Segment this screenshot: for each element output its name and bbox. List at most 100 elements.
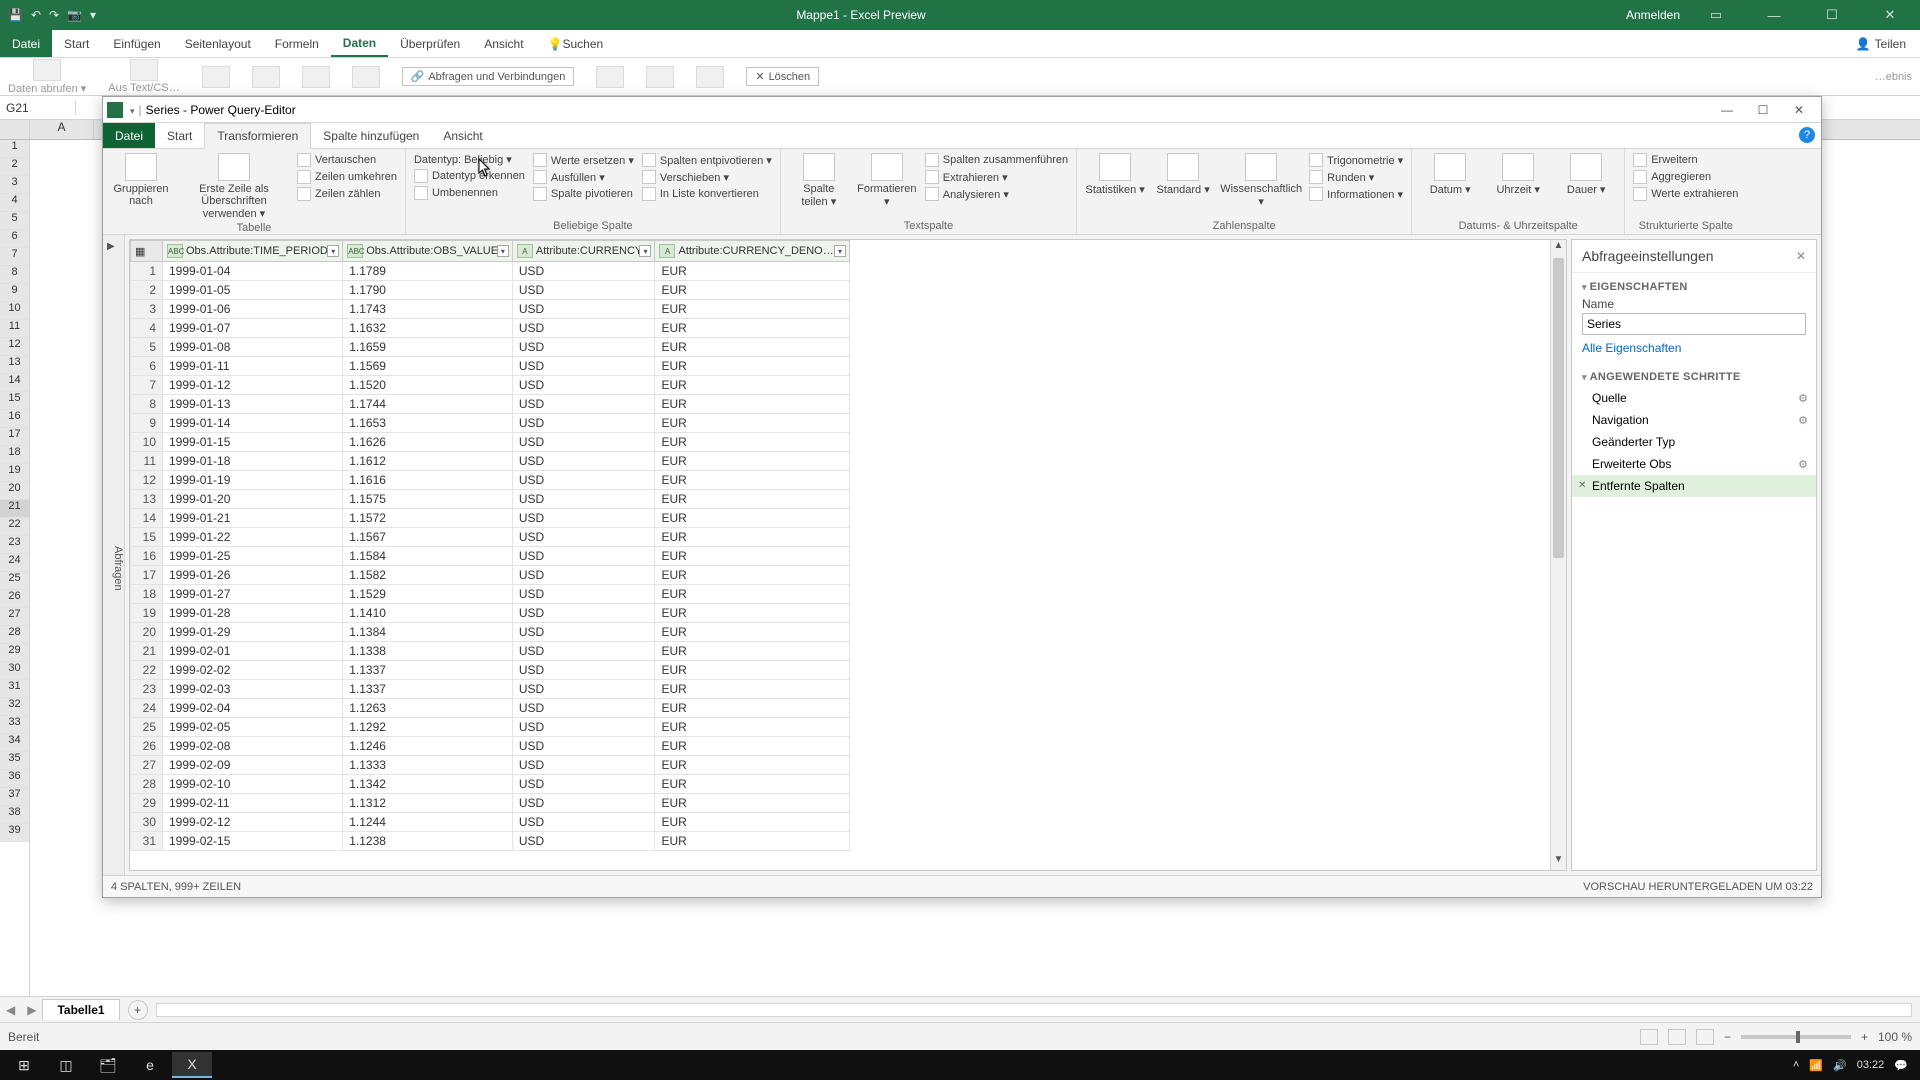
table-row[interactable]: 281999-02-101.1342USDEUR	[131, 775, 850, 794]
maximize-icon[interactable]: ☐	[1810, 7, 1854, 23]
cell-time-period[interactable]: 1999-02-04	[163, 699, 343, 718]
applied-step[interactable]: Geänderter Typ	[1572, 431, 1816, 453]
row-header[interactable]: 5	[0, 212, 29, 230]
gear-icon[interactable]: ⚙	[1798, 458, 1808, 471]
data-type-dropdown[interactable]: Datentyp: Beliebig ▾	[414, 153, 525, 166]
cell-currency[interactable]: USD	[512, 490, 655, 509]
cell-currency-denom[interactable]: EUR	[655, 756, 850, 775]
undo-icon[interactable]: ↶	[31, 8, 41, 22]
row-header[interactable]: 39	[0, 824, 29, 842]
view-normal-icon[interactable]	[1640, 1029, 1658, 1045]
cell-time-period[interactable]: 1999-01-12	[163, 376, 343, 395]
pq-qat-dropdown[interactable]	[127, 103, 135, 117]
row-header[interactable]: 15	[0, 392, 29, 410]
filter-dropdown-icon[interactable]: ▾	[327, 245, 339, 257]
cell-obs-value[interactable]: 1.1410	[343, 604, 513, 623]
cell-currency[interactable]: USD	[512, 414, 655, 433]
pq-tab-transformieren[interactable]: Transformieren	[204, 123, 311, 149]
cell-obs-value[interactable]: 1.1244	[343, 813, 513, 832]
from-text-button[interactable]: Aus Text/CS…	[108, 59, 179, 94]
cell-time-period[interactable]: 1999-02-15	[163, 832, 343, 851]
redo-icon[interactable]: ↷	[49, 8, 59, 22]
cell-currency[interactable]: USD	[512, 528, 655, 547]
cell-obs-value[interactable]: 1.1659	[343, 338, 513, 357]
horizontal-scrollbar[interactable]	[156, 1003, 1912, 1017]
view-page-layout-icon[interactable]	[1668, 1029, 1686, 1045]
cell-obs-value[interactable]: 1.1520	[343, 376, 513, 395]
taskview-icon[interactable]: ◫	[46, 1052, 86, 1078]
tab-seitenlayout[interactable]: Seitenlayout	[173, 30, 263, 57]
column-header-currency-denom[interactable]: AAttribute:CURRENCY_DENO…▾	[655, 241, 850, 262]
cell-obs-value[interactable]: 1.1626	[343, 433, 513, 452]
table-row[interactable]: 81999-01-131.1744USDEUR	[131, 395, 850, 414]
filter-dropdown-icon[interactable]: ▾	[639, 245, 651, 257]
table-row[interactable]: 221999-02-021.1337USDEUR	[131, 661, 850, 680]
cell-time-period[interactable]: 1999-01-04	[163, 262, 343, 281]
tab-formeln[interactable]: Formeln	[263, 30, 331, 57]
table-row[interactable]: 271999-02-091.1333USDEUR	[131, 756, 850, 775]
cell-time-period[interactable]: 1999-01-18	[163, 452, 343, 471]
get-data-button[interactable]: Daten abrufen ▾	[8, 59, 86, 95]
tray-sound-icon[interactable]: 🔊	[1833, 1059, 1847, 1072]
select-all-corner[interactable]	[0, 120, 30, 139]
trigonometry-button[interactable]: Trigonometrie ▾	[1309, 153, 1403, 167]
delete-step-icon[interactable]: ✕	[1578, 480, 1586, 491]
tray-time[interactable]: 03:22	[1857, 1059, 1885, 1071]
start-button-icon[interactable]: ⊞	[4, 1052, 44, 1078]
sheet-tab-tabelle1[interactable]: Tabelle1	[42, 999, 119, 1020]
applied-step[interactable]: ✕Entfernte Spalten	[1572, 475, 1816, 497]
cell-time-period[interactable]: 1999-01-29	[163, 623, 343, 642]
row-header[interactable]: 1	[0, 140, 29, 158]
table-corner-icon[interactable]: ▦	[131, 241, 163, 262]
tab-ueberpruefen[interactable]: Überprüfen	[388, 30, 472, 57]
table-row[interactable]: 231999-02-031.1337USDEUR	[131, 680, 850, 699]
date-button[interactable]: Datum ▾	[1420, 153, 1480, 196]
cell-currency-denom[interactable]: EUR	[655, 319, 850, 338]
move-button[interactable]: Verschieben ▾	[642, 170, 772, 184]
cell-currency-denom[interactable]: EUR	[655, 338, 850, 357]
pivot-column-button[interactable]: Spalte pivotieren	[533, 187, 634, 201]
cell-currency[interactable]: USD	[512, 699, 655, 718]
row-header[interactable]: 28	[0, 626, 29, 644]
col-header-a[interactable]: A	[30, 120, 94, 139]
table-row[interactable]: 291999-02-111.1312USDEUR	[131, 794, 850, 813]
row-header[interactable]: 9	[0, 284, 29, 302]
pq-minimize-icon[interactable]: —	[1709, 103, 1745, 117]
table-row[interactable]: 301999-02-121.1244USDEUR	[131, 813, 850, 832]
cell-currency[interactable]: USD	[512, 604, 655, 623]
cell-currency-denom[interactable]: EUR	[655, 718, 850, 737]
tab-einfuegen[interactable]: Einfügen	[101, 30, 172, 57]
standard-button[interactable]: Standard ▾	[1153, 153, 1213, 196]
cell-obs-value[interactable]: 1.1312	[343, 794, 513, 813]
cell-time-period[interactable]: 1999-01-13	[163, 395, 343, 414]
cell-obs-value[interactable]: 1.1292	[343, 718, 513, 737]
cell-currency-denom[interactable]: EUR	[655, 300, 850, 319]
tab-start[interactable]: Start	[52, 30, 101, 57]
cell-time-period[interactable]: 1999-02-03	[163, 680, 343, 699]
cell-time-period[interactable]: 1999-01-27	[163, 585, 343, 604]
row-header[interactable]: 13	[0, 356, 29, 374]
cell-currency[interactable]: USD	[512, 357, 655, 376]
row-header[interactable]: 30	[0, 662, 29, 680]
row-header[interactable]: 20	[0, 482, 29, 500]
table-row[interactable]: 41999-01-071.1632USDEUR	[131, 319, 850, 338]
row-header[interactable]: 35	[0, 752, 29, 770]
tray-network-icon[interactable]: 📶	[1809, 1059, 1823, 1072]
cell-time-period[interactable]: 1999-02-05	[163, 718, 343, 737]
close-icon[interactable]: ✕	[1868, 7, 1912, 23]
extract-button[interactable]: Extrahieren ▾	[925, 170, 1068, 184]
table-row[interactable]: 31999-01-061.1743USDEUR	[131, 300, 850, 319]
expand-button[interactable]: Erweitern	[1633, 153, 1738, 167]
sheet-nav-next-icon[interactable]: ▶	[21, 1003, 42, 1017]
cell-currency[interactable]: USD	[512, 338, 655, 357]
row-header[interactable]: 33	[0, 716, 29, 734]
applied-steps-title[interactable]: ANGEWENDETE SCHRITTE	[1572, 363, 1816, 387]
zoom-plus-icon[interactable]: +	[1861, 1030, 1868, 1044]
row-header[interactable]: 17	[0, 428, 29, 446]
cell-obs-value[interactable]: 1.1246	[343, 737, 513, 756]
cell-currency-denom[interactable]: EUR	[655, 623, 850, 642]
cell-currency[interactable]: USD	[512, 452, 655, 471]
row-header[interactable]: 21	[0, 500, 29, 518]
cell-obs-value[interactable]: 1.1789	[343, 262, 513, 281]
table-row[interactable]: 241999-02-041.1263USDEUR	[131, 699, 850, 718]
